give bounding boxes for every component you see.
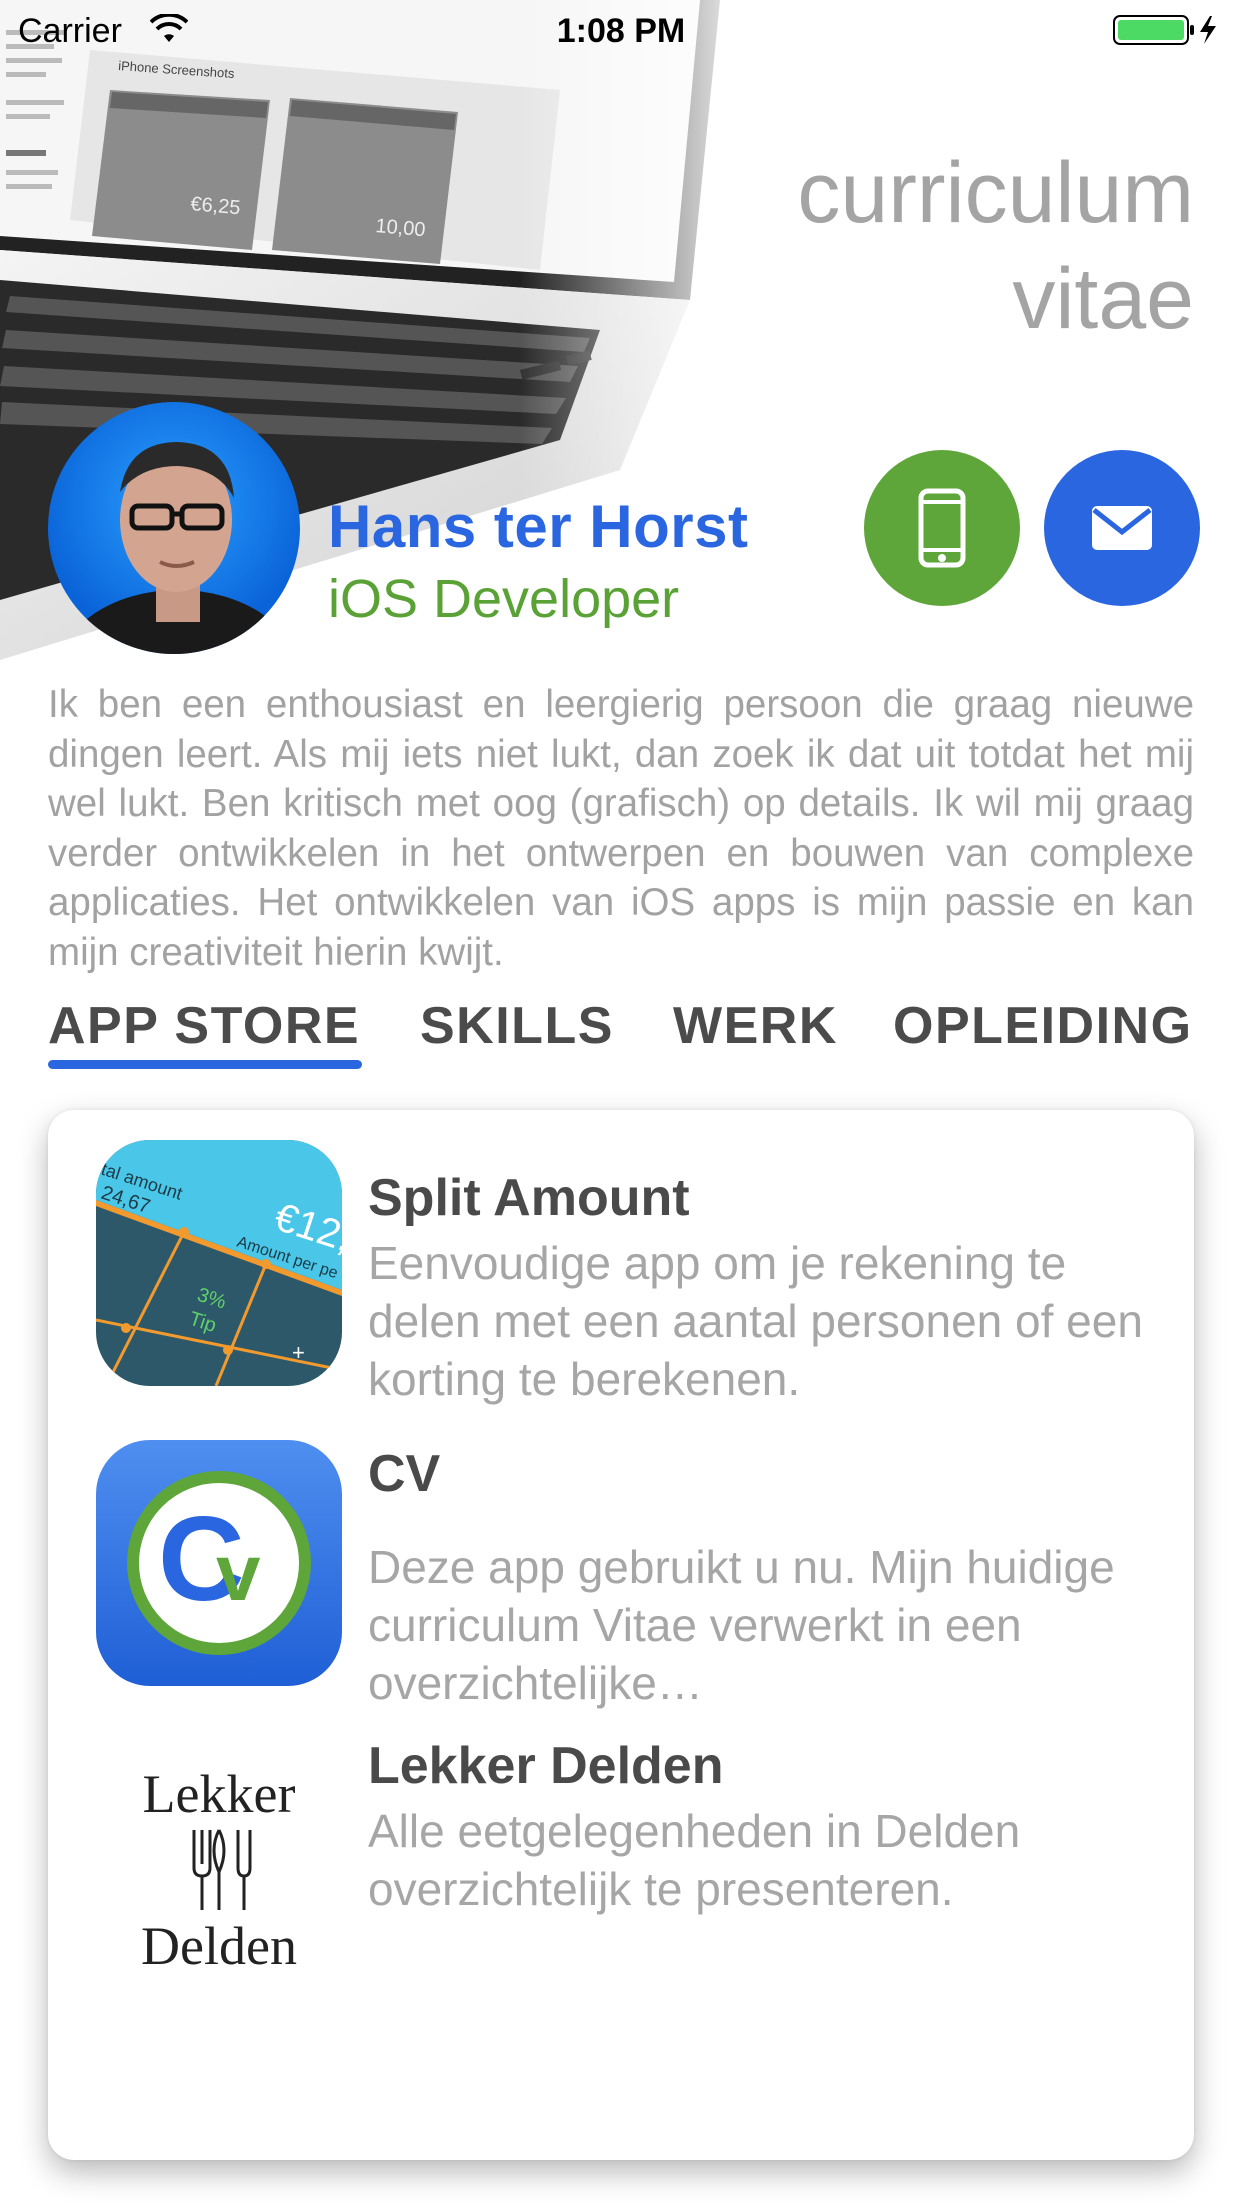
laptop-screen-right-value: 10,00 xyxy=(375,215,427,241)
split-amount-icon-plus: + xyxy=(292,1340,305,1365)
app-description: Deze app gebruikt u nu. Mijn huidige cur… xyxy=(368,1541,1115,1709)
cv-app-icon: C v xyxy=(96,1440,342,1686)
cv-icon-letter-v: v xyxy=(216,1528,261,1617)
profile-role: iOS Developer xyxy=(328,569,680,629)
tab-opleiding[interactable]: OPLEIDING xyxy=(893,996,1193,1056)
mail-icon xyxy=(1092,506,1152,550)
tab-app-store[interactable]: APP STORE xyxy=(48,996,360,1056)
tab-bar: APP STORE SKILLS WERK OPLEIDING xyxy=(48,996,1194,1076)
lekker-delden-app-icon: Lekker Delden xyxy=(96,1740,342,1986)
tab-skills[interactable]: SKILLS xyxy=(420,996,614,1056)
intro-text: Ik ben een enthousiast en leergierig per… xyxy=(48,683,1194,974)
laptop-screen-left-value: €6,25 xyxy=(190,193,242,219)
app-description: Eenvoudige app om je rekening te delen m… xyxy=(368,1237,1143,1405)
app-name: CV xyxy=(368,1445,441,1503)
lekker-delden-icon-bottom: Delden xyxy=(141,1916,297,1976)
battery-charging-icon xyxy=(1113,15,1216,45)
tab-selected-indicator xyxy=(48,1060,362,1069)
list-item-lekker-delden[interactable]: Lekker Delden Lekker Delden Alle eetgele… xyxy=(48,1737,1194,1986)
email-button[interactable] xyxy=(1044,450,1200,606)
page-title: curriculum vitae xyxy=(797,145,1194,347)
lekker-delden-icon-top: Lekker xyxy=(143,1764,296,1824)
profile-avatar xyxy=(48,402,300,654)
call-button[interactable] xyxy=(864,450,1020,606)
list-item-split-amount[interactable]: tal amount 24,67 €12, Amount per pe 3% T… xyxy=(48,1140,1194,1405)
app-name: Lekker Delden xyxy=(368,1737,724,1795)
list-item-cv[interactable]: C v CV Deze app gebruikt u nu. Mijn huid… xyxy=(48,1440,1194,1709)
status-time: 1:08 PM xyxy=(556,12,686,50)
app-description: Alle eetgelegenheden in Delden overzicht… xyxy=(368,1805,1021,1915)
split-amount-app-icon: tal amount 24,67 €12, Amount per pe 3% T… xyxy=(96,1140,342,1386)
profile-name: Hans ter Horst xyxy=(328,493,749,560)
phone-icon xyxy=(918,488,966,568)
screen: iPhone Screenshots €6,25 10,00 Carrier 1… xyxy=(0,0,1242,2208)
app-list-card: tal amount 24,67 €12, Amount per pe 3% T… xyxy=(48,1110,1194,2160)
person-portrait-icon xyxy=(62,442,294,654)
app-name: Split Amount xyxy=(368,1169,690,1227)
status-bar: Carrier 1:08 PM xyxy=(0,0,1242,60)
tab-werk[interactable]: WERK xyxy=(673,996,838,1056)
